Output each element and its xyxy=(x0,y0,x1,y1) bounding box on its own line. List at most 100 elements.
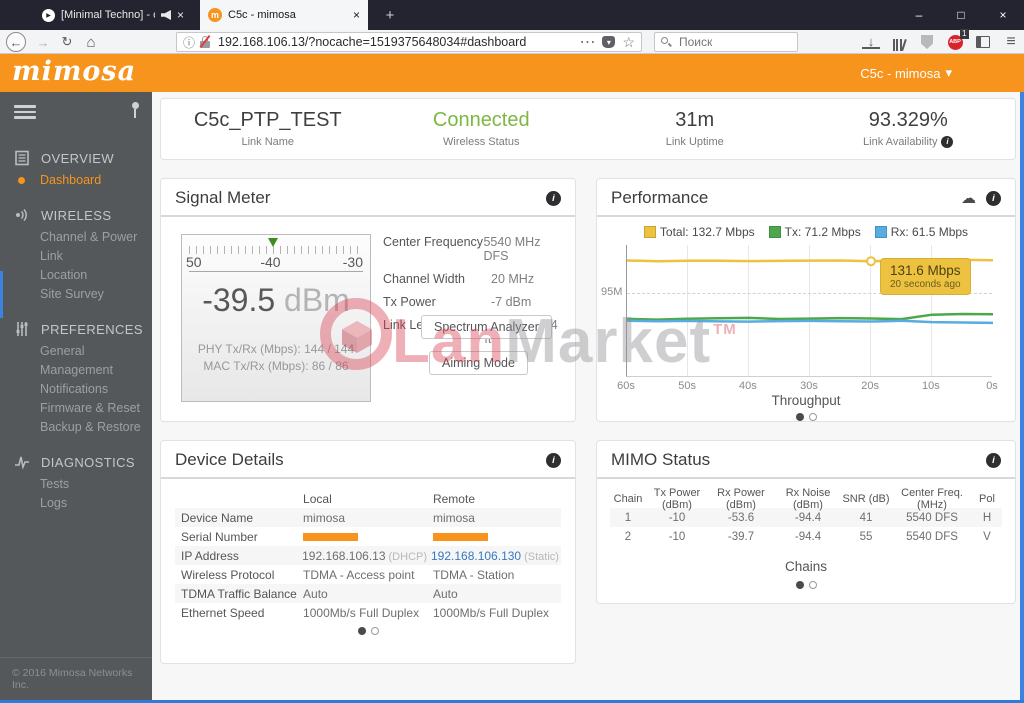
sidebar-item-general[interactable]: General xyxy=(0,341,152,360)
tab-close-icon[interactable]: × xyxy=(177,8,184,22)
page-dot[interactable] xyxy=(809,581,817,589)
back-button[interactable]: ← xyxy=(6,32,26,52)
carousel-dots xyxy=(161,627,575,635)
shield-icon[interactable] xyxy=(918,33,936,51)
throughput-chart[interactable]: 95M 131.6 Mbps 20 seconds ago xyxy=(626,245,992,377)
gauge-needle xyxy=(268,238,278,252)
active-item-bullet xyxy=(18,177,25,184)
page-info-icon[interactable]: ⓘ xyxy=(183,34,195,51)
menu-icon[interactable]: ≡ xyxy=(1002,33,1020,51)
cloud-icon[interactable]: ☁ xyxy=(961,189,976,207)
page-dot-active[interactable] xyxy=(796,581,804,589)
table-row: 1 -10 -53.6 -94.4 41 5540 DFS H xyxy=(610,508,1002,527)
table-row: Serial Number xyxy=(175,527,561,546)
search-box[interactable] xyxy=(654,32,798,52)
status-uptime: 31m Link Uptime xyxy=(588,109,802,150)
info-icon[interactable]: i xyxy=(546,191,561,206)
url-bar[interactable]: ⓘ ⋯ ▾ ☆ xyxy=(176,32,642,52)
phy-mac-rates: PHY Tx/Rx (Mbps): 144 / 144 MAC Tx/Rx (M… xyxy=(182,341,370,375)
legend-rx[interactable]: Rx: 61.5 Mbps xyxy=(875,225,968,239)
pocket-icon[interactable]: ▾ xyxy=(602,36,615,48)
speaker-icon[interactable] xyxy=(161,10,171,20)
mimosa-favicon: m xyxy=(208,8,222,22)
adblock-icon[interactable]: ABP 1 xyxy=(946,33,964,51)
page-dot[interactable] xyxy=(809,413,817,421)
sidebar-item-site-survey[interactable]: Site Survey xyxy=(0,284,152,303)
sidebar-item-location[interactable]: Location xyxy=(0,265,152,284)
sidebar-item-link[interactable]: Link xyxy=(0,246,152,265)
sidebar-item-notifications[interactable]: Notifications xyxy=(0,379,152,398)
chart-title: Throughput xyxy=(597,393,1015,408)
page-dot[interactable] xyxy=(371,627,379,635)
carousel-dots xyxy=(597,413,1015,421)
wireless-icon xyxy=(14,207,30,223)
titlebar: ▶ [Minimal Techno] - слушат × m C5c - mi… xyxy=(0,0,1024,30)
insecure-lock-icon[interactable] xyxy=(200,36,211,48)
app-header: mimosa C5c - mimosa ▾ xyxy=(0,54,1024,92)
info-icon[interactable]: i xyxy=(986,453,1001,468)
maximize-button[interactable]: □ xyxy=(940,0,982,30)
tab-close-icon[interactable]: × xyxy=(353,8,360,22)
table-row: IP Address 192.168.106.13(DHCP) 192.168.… xyxy=(175,546,561,565)
field-tx-power: Tx Power -7 dBm xyxy=(383,295,563,309)
reload-button[interactable]: ↻ xyxy=(57,32,77,52)
sidebar-item-channel-power[interactable]: Channel & Power xyxy=(0,227,152,246)
field-center-frequency: Center Frequency 5540 MHz DFS xyxy=(383,235,563,263)
rssi-value: -39.5 dBm xyxy=(182,282,370,319)
pin-icon[interactable] xyxy=(131,102,139,120)
window-edge xyxy=(0,271,3,318)
redacted-serial-bar xyxy=(433,533,488,541)
tab-mimosa[interactable]: m C5c - mimosa × xyxy=(200,0,368,30)
sidebar-item-tests[interactable]: Tests xyxy=(0,474,152,493)
downloads-icon[interactable]: ↓ xyxy=(862,35,880,49)
forward-button[interactable]: → xyxy=(33,32,53,52)
sidebar: OVERVIEW Dashboard WIRELESS Channel & Po… xyxy=(0,92,152,703)
status-availability: 93.329% Link Availability i xyxy=(802,109,1016,150)
library-icon[interactable] xyxy=(890,33,908,51)
sidebar-nav: OVERVIEW Dashboard WIRELESS Channel & Po… xyxy=(0,132,152,512)
info-icon[interactable]: i xyxy=(986,191,1001,206)
aiming-mode-button[interactable]: Aiming Mode xyxy=(429,351,528,375)
preferences-icon xyxy=(14,321,30,337)
sidebar-toggle-icon[interactable] xyxy=(974,33,992,51)
info-icon[interactable]: i xyxy=(941,136,953,148)
tab-music[interactable]: ▶ [Minimal Techno] - слушат × xyxy=(34,0,192,30)
field-channel-width: Channel Width 20 MHz xyxy=(383,272,563,286)
tab-title: C5c - mimosa xyxy=(228,9,347,21)
remote-ip-link[interactable]: 192.168.106.130 xyxy=(431,549,521,563)
table-header-row: Chain Tx Power (dBm) Rx Power (dBm) Rx N… xyxy=(610,489,1002,508)
sidebar-item-firmware-reset[interactable]: Firmware & Reset xyxy=(0,398,152,417)
device-menu[interactable]: C5c - mimosa ▾ xyxy=(860,54,952,92)
sidebar-item-dashboard[interactable]: Dashboard xyxy=(0,170,152,189)
sidebar-item-backup-restore[interactable]: Backup & Restore xyxy=(0,417,152,436)
close-button[interactable]: × xyxy=(982,0,1024,30)
bookmark-star-icon[interactable]: ☆ xyxy=(622,34,635,51)
window-edge xyxy=(1020,92,1024,703)
table-header-row: Local Remote xyxy=(175,489,561,508)
info-icon[interactable]: i xyxy=(546,453,561,468)
section-overview: OVERVIEW xyxy=(0,146,152,170)
page-dot-active[interactable] xyxy=(358,627,366,635)
mimo-table: Chain Tx Power (dBm) Rx Power (dBm) Rx N… xyxy=(610,489,1002,546)
page-actions-icon[interactable]: ⋯ xyxy=(579,32,595,52)
page-dot-active[interactable] xyxy=(796,413,804,421)
legend-total[interactable]: Total: 132.7 Mbps xyxy=(644,225,755,239)
legend-tx[interactable]: Tx: 71.2 Mbps xyxy=(769,225,861,239)
mimo-status-panel: MIMO Status i Chain Tx Power (dBm) Rx Po… xyxy=(596,440,1016,604)
chart-legend: Total: 132.7 Mbps Tx: 71.2 Mbps Rx: 61.5… xyxy=(597,225,1015,239)
table-row: 2 -10 -39.7 -94.4 55 5540 DFS V xyxy=(610,527,1002,546)
sidebar-item-management[interactable]: Management xyxy=(0,360,152,379)
sidebar-collapse-icon[interactable] xyxy=(14,105,36,119)
home-button[interactable]: ⌂ xyxy=(81,32,101,52)
status-link-name: C5c_PTP_TEST Link Name xyxy=(161,109,375,150)
search-input[interactable] xyxy=(677,34,791,50)
overview-icon xyxy=(14,150,30,166)
new-tab-button[interactable]: + xyxy=(376,0,404,30)
tab-title: [Minimal Techno] - слушат xyxy=(61,9,155,21)
url-input[interactable] xyxy=(216,34,574,50)
link-status-bar: C5c_PTP_TEST Link Name Connected Wireles… xyxy=(160,98,1016,160)
minimize-button[interactable]: – xyxy=(898,0,940,30)
spectrum-analyzer-button[interactable]: Spectrum Analyzer xyxy=(421,315,552,339)
redacted-serial-bar xyxy=(303,533,358,541)
sidebar-item-logs[interactable]: Logs xyxy=(0,493,152,512)
